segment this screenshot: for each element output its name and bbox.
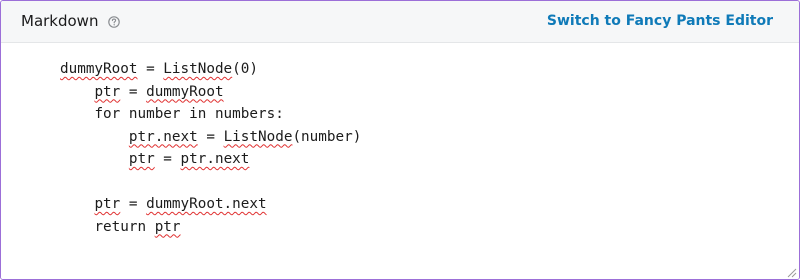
markdown-editor: Markdown Switch to Fancy Pants Editor du…: [0, 0, 800, 280]
code-line: return ptr: [60, 216, 361, 239]
code-line: ptr = ptr.next: [60, 148, 361, 171]
help-circle-icon[interactable]: [108, 15, 120, 28]
code-text: =: [120, 83, 147, 100]
misspelled-word: ptr: [94, 83, 121, 100]
code-text: (0): [232, 61, 258, 77]
code-text: return: [94, 218, 155, 235]
misspelled-word: ListNode: [223, 128, 293, 145]
misspelled-word: ptr: [128, 151, 155, 167]
misspelled-word: dummyRoot: [60, 61, 138, 77]
code-line: ptr = dummyRoot.next: [60, 193, 361, 216]
code-line: ptr.next = ListNode(number): [60, 126, 361, 149]
resize-handle-icon[interactable]: [785, 265, 797, 278]
code-text: for number in numbers:: [94, 106, 284, 122]
editor-toolbar: Markdown Switch to Fancy Pants Editor: [1, 1, 799, 43]
code-text: =: [120, 196, 147, 212]
code-text: (number): [292, 128, 362, 145]
misspelled-word: ptr.next: [128, 128, 198, 145]
misspelled-word: dummyRoot: [146, 83, 224, 100]
switch-to-fancy-pants-editor-button[interactable]: Switch to Fancy Pants Editor: [547, 11, 773, 31]
misspelled-word: ptr.next: [180, 151, 250, 167]
code-line: dummyRoot = ListNode(0): [60, 58, 361, 81]
editor-text-area[interactable]: dummyRoot = ListNode(0) ptr = dummyRoot …: [1, 43, 799, 279]
misspelled-word: dummyRoot.next: [146, 196, 267, 212]
code-text: =: [197, 128, 224, 145]
code-text: =: [154, 151, 181, 167]
code-line: ptr = dummyRoot: [60, 81, 361, 104]
misspelled-word: ptr: [154, 218, 181, 235]
code-line: for number in numbers:: [60, 103, 361, 126]
code-content[interactable]: dummyRoot = ListNode(0) ptr = dummyRoot …: [60, 58, 361, 238]
misspelled-word: ptr: [94, 196, 121, 212]
editor-mode-label: Markdown: [21, 12, 99, 30]
misspelled-word: ListNode: [163, 61, 233, 77]
code-text: =: [137, 61, 164, 77]
